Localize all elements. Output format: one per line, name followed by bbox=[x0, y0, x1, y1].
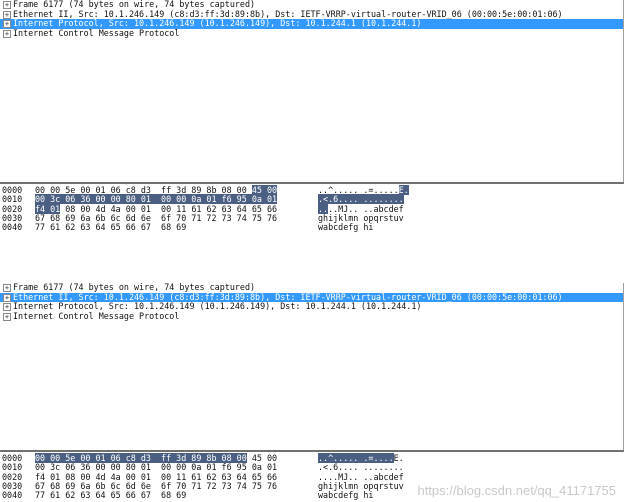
hex-offset: 0040 bbox=[2, 490, 23, 501]
tree-row-label: Ethernet II, Src: 10.1.246.149 (c8:d3:ff… bbox=[13, 291, 563, 302]
tree-row-label: Internet Control Message Protocol bbox=[13, 27, 180, 38]
hex-offset: 0040 bbox=[2, 222, 23, 233]
tree-row-label: Internet Protocol, Src: 10.1.246.149 (10… bbox=[13, 301, 422, 311]
expand-icon[interactable]: + bbox=[3, 312, 11, 321]
hex-byte-group[interactable]: 77 61 62 63 64 65 66 67 68 69 bbox=[35, 222, 186, 232]
packet-bytes-pane-1[interactable]: 0000 00 00 5e 00 01 06 c8 d3 ff 3d 89 8b … bbox=[0, 183, 624, 281]
ascii-group[interactable]: wabcdefg hi bbox=[318, 490, 373, 500]
expand-icon[interactable]: + bbox=[3, 284, 11, 292]
expand-icon[interactable]: + bbox=[3, 293, 11, 302]
tree-row-label: Internet Protocol, Src: 10.1.246.149 (10… bbox=[13, 18, 422, 28]
watermark: https://blog.csdn.net/qq_41171755 bbox=[417, 483, 616, 498]
packet-details-pane-2[interactable]: + Frame 6177 (74 bytes on wire, 74 bytes … bbox=[0, 282, 624, 451]
hex-bytes: 77 61 62 63 64 65 66 67 68 69 bbox=[35, 491, 186, 500]
tree-row-label: Internet Control Message Protocol bbox=[13, 310, 180, 321]
hex-ascii: wabcdefg hi bbox=[318, 491, 373, 500]
tree-row-label: Frame 6177 (74 bytes on wire, 74 bytes c… bbox=[13, 282, 256, 292]
hex-byte-group[interactable]: 77 61 62 63 64 65 66 67 68 69 bbox=[35, 490, 186, 500]
expand-icon[interactable]: + bbox=[3, 10, 11, 19]
tree-row-label: Ethernet II, Src: 10.1.246.149 (c8:d3:ff… bbox=[13, 8, 563, 19]
tree-row[interactable]: + Internet Control Message Protocol bbox=[0, 27, 623, 39]
expand-icon[interactable]: + bbox=[3, 1, 11, 9]
hex-ascii: wabcdefg hi bbox=[318, 223, 373, 232]
packet-details-pane-1[interactable]: + Frame 6177 (74 bytes on wire, 74 bytes … bbox=[0, 0, 624, 183]
ascii-group[interactable]: wabcdefg hi bbox=[318, 222, 373, 232]
hex-bytes: 77 61 62 63 64 65 66 67 68 69 bbox=[35, 223, 186, 232]
expand-icon[interactable]: + bbox=[3, 29, 11, 38]
tree-row[interactable]: + Internet Control Message Protocol bbox=[0, 310, 623, 322]
expand-icon[interactable]: + bbox=[3, 303, 11, 311]
expand-icon[interactable]: + bbox=[3, 20, 11, 28]
